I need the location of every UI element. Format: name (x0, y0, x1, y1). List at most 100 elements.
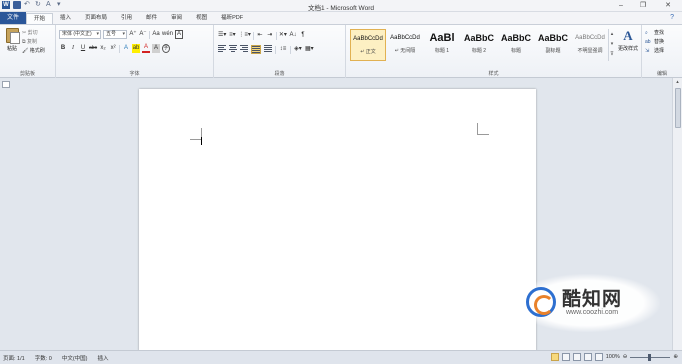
paragraph-group: ☰▾ ≡▾ ⋮≡▾ ⇤ ⇥ ✕▾ A↓ ¶ ↕≡ ◈▾ ▦▾ 段落 (214, 25, 346, 78)
insert-mode[interactable]: 插入 (98, 354, 109, 362)
restore-icon[interactable]: ❐ (632, 0, 654, 11)
char-shading-button[interactable]: A (152, 44, 161, 53)
status-bar: 页面: 1/1 字数: 0 中文(中国) 插入 100% ⊖ ⊕ (0, 350, 682, 364)
show-marks-button[interactable]: ¶ (299, 31, 307, 40)
more-icon[interactable]: ⊽ (609, 49, 615, 59)
outline-view-icon[interactable] (583, 353, 592, 361)
borders-icon[interactable]: ▦▾ (305, 45, 314, 54)
draft-view-icon[interactable] (594, 353, 603, 361)
line-spacing-icon[interactable]: ↕≡ (279, 45, 287, 54)
find-button[interactable]: ⌕ 查找 (645, 29, 664, 38)
bullets-icon[interactable]: ☰▾ (218, 31, 226, 40)
superscript-button[interactable]: x² (109, 44, 117, 53)
tab-home[interactable]: 开始 (26, 13, 54, 24)
subscript-button[interactable]: x₂ (99, 44, 107, 53)
multilevel-list-icon[interactable]: ⋮≡▾ (238, 31, 251, 40)
tab-mailings[interactable]: 邮件 (139, 13, 164, 24)
margin-mark-top-right (477, 123, 489, 135)
font-name-select[interactable]: 宋体 (中文正) (59, 30, 101, 39)
word-count[interactable]: 字数: 0 (35, 354, 52, 362)
clipboard-group: 粘贴 ✂ 剪切 ⧉ 复制 🖌 格式刷 剪贴板 (0, 25, 56, 78)
shrink-font-button[interactable]: A⁻ (139, 30, 147, 39)
chevron-up-icon[interactable]: ▴ (609, 29, 615, 39)
help-icon[interactable]: ? (670, 14, 674, 21)
paste-button[interactable]: 粘贴 (3, 28, 21, 62)
distributed-icon[interactable] (264, 45, 272, 54)
style-subtitle[interactable]: AaBbC 副标题 (535, 29, 571, 61)
style-no-spacing[interactable]: AaBbCcDd ↵ 无间隔 (387, 29, 423, 61)
justify-icon[interactable] (251, 45, 261, 54)
shading-icon[interactable]: ◈▾ (294, 45, 302, 54)
styles-group-label: 样式 (488, 71, 499, 77)
decrease-indent-icon[interactable]: ⇤ (256, 31, 264, 40)
align-center-icon[interactable] (229, 45, 237, 54)
ribbon: 粘贴 ✂ 剪切 ⧉ 复制 🖌 格式刷 剪贴板 宋体 (中文正) 五号 A⁺ A⁻… (0, 24, 682, 78)
style-heading-2[interactable]: AaBbC 标题 2 (461, 29, 497, 61)
zoom-out-icon[interactable]: ⊖ (623, 354, 628, 360)
format-painter-button[interactable]: 🖌 格式刷 (22, 47, 45, 56)
zoom-level[interactable]: 100% (606, 354, 620, 360)
replace-icon: ab (645, 39, 651, 45)
language-indicator[interactable]: 中文(中国) (62, 354, 88, 362)
align-right-icon[interactable] (240, 45, 248, 54)
font-color-button[interactable]: A (142, 44, 151, 53)
tab-foxit-pdf[interactable]: 福昕PDF (214, 13, 250, 24)
style-heading-1[interactable]: AaBl 标题 1 (424, 29, 460, 61)
style-subtle-emphasis[interactable]: AaBbCcDd 不明显强调 (572, 29, 608, 61)
underline-button[interactable]: U (79, 44, 87, 53)
change-styles-button[interactable]: A 更改样式 (616, 28, 640, 52)
text-effects-button[interactable]: A (122, 44, 130, 53)
align-left-icon[interactable] (218, 45, 226, 54)
chinese-layout-icon[interactable]: ✕▾ (279, 31, 287, 40)
bold-button[interactable]: B (59, 44, 67, 53)
zoom-in-icon[interactable]: ⊕ (673, 354, 678, 360)
style-normal[interactable]: AaBbCcDd ↵ 正文 (350, 29, 386, 61)
font-group-label: 字体 (129, 71, 140, 77)
chevron-down-icon[interactable]: ▾ (609, 39, 615, 49)
strikethrough-button[interactable]: abc (89, 44, 97, 53)
coozhi-logo-icon (526, 287, 556, 317)
highlight-button[interactable]: ab (132, 44, 141, 53)
sort-button[interactable]: A↓ (289, 31, 297, 40)
zoom-slider[interactable] (630, 353, 671, 361)
tab-view[interactable]: 视图 (189, 13, 214, 24)
font-size-select[interactable]: 五号 (103, 30, 127, 39)
ribbon-tabs: 文件 开始 插入 页面布局 引用 邮件 审阅 视图 福昕PDF ? (0, 12, 682, 24)
increase-indent-icon[interactable]: ⇥ (266, 31, 274, 40)
style-gallery: AaBbCcDd ↵ 正文 AaBbCcDd ↵ 无间隔 AaBl 标题 1 A… (350, 29, 609, 61)
tab-insert[interactable]: 插入 (53, 13, 78, 24)
paragraph-group-label: 段落 (274, 71, 285, 77)
watermark-url: www.coozhi.com (566, 309, 619, 316)
close-icon[interactable]: ✕ (654, 0, 682, 11)
web-layout-view-icon[interactable] (572, 353, 581, 361)
ruler-toggle-icon[interactable] (2, 81, 10, 88)
char-border-button[interactable]: A (175, 30, 184, 39)
enclose-char-button[interactable]: 字 (162, 44, 171, 53)
tab-file[interactable]: 文件 (0, 12, 26, 24)
scroll-up-icon[interactable]: ▴ (673, 78, 682, 86)
scroll-thumb[interactable] (675, 88, 681, 128)
print-layout-view-icon[interactable] (550, 353, 559, 361)
tab-references[interactable]: 引用 (114, 13, 139, 24)
select-button[interactable]: ⇲ 选择 (645, 47, 664, 56)
vertical-scrollbar[interactable]: ▴ (672, 78, 682, 350)
replace-button[interactable]: ab 替换 (645, 38, 664, 47)
window-title: 文档1 - Microsoft Word (308, 5, 374, 12)
editing-group-label: 编辑 (656, 71, 667, 77)
minimize-icon[interactable]: – (610, 0, 632, 11)
cut-button[interactable]: ✂ 剪切 (22, 29, 45, 38)
page-count[interactable]: 页面: 1/1 (3, 354, 25, 362)
gallery-scroll[interactable]: ▴ ▾ ⊽ (608, 29, 615, 61)
phonetic-guide-button[interactable]: wén (162, 30, 173, 39)
document-page[interactable] (139, 89, 536, 351)
grow-font-button[interactable]: A⁺ (129, 30, 137, 39)
italic-button[interactable]: I (69, 44, 77, 53)
tab-review[interactable]: 审阅 (164, 13, 189, 24)
numbering-icon[interactable]: ≡▾ (228, 31, 236, 40)
clear-format-button[interactable]: Aa (152, 30, 160, 39)
style-title[interactable]: AaBbC 标题 (498, 29, 534, 61)
full-screen-view-icon[interactable] (561, 353, 570, 361)
copy-button[interactable]: ⧉ 复制 (22, 38, 45, 47)
tab-page-layout[interactable]: 页面布局 (78, 13, 114, 24)
zoom-slider-thumb[interactable] (648, 353, 652, 361)
